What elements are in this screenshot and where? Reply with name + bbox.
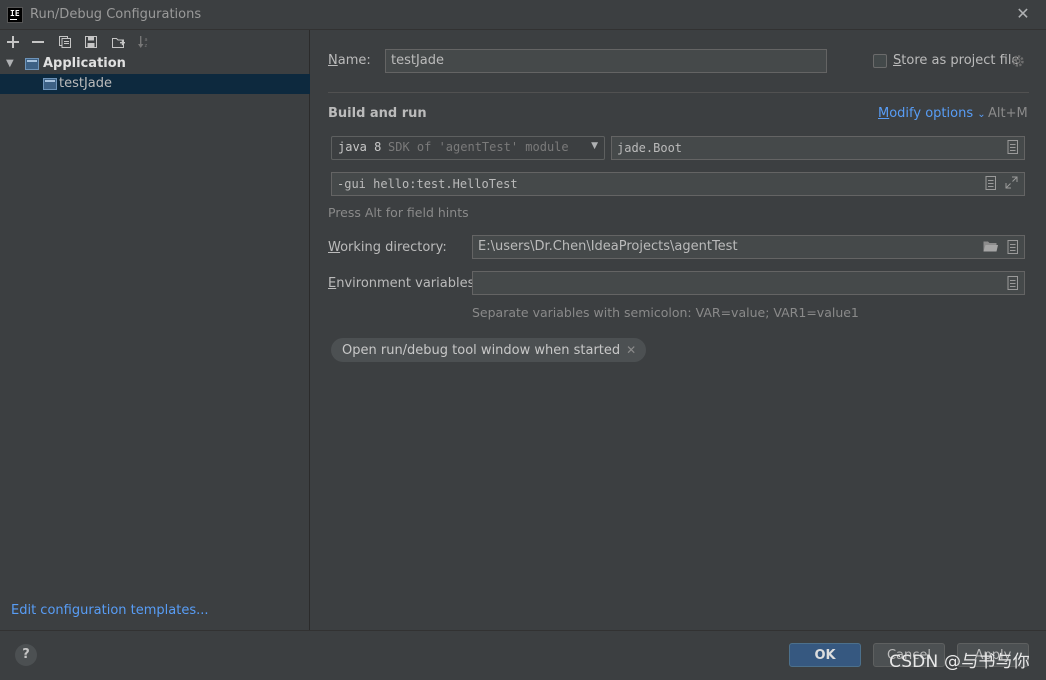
browse-class-icon[interactable] <box>1007 140 1021 154</box>
edit-environment-icon[interactable] <box>1007 276 1021 290</box>
apply-button[interactable]: Apply <box>957 643 1029 667</box>
copy-icon[interactable] <box>56 33 74 51</box>
tree-group-label: Application <box>43 56 126 71</box>
open-tool-window-option-chip[interactable]: Open run/debug tool window when started ✕ <box>331 338 647 362</box>
maximize-icon[interactable] <box>1005 176 1019 190</box>
environment-variables-field[interactable] <box>472 271 1025 295</box>
jre-select[interactable]: java 8 SDK of 'agentTest' module ▼ <box>331 136 605 160</box>
working-directory-field[interactable]: E:\users\Dr.Chen\IdeaProjects\agentTest <box>472 235 1025 259</box>
help-button[interactable]: ? <box>15 644 37 666</box>
tree-toolbar: az <box>0 30 309 54</box>
close-icon[interactable]: ✕ <box>1014 5 1032 23</box>
store-as-project-file-label: Store as project file <box>893 53 1020 68</box>
tree-group-application[interactable]: ▼ Application <box>0 54 310 74</box>
ok-button[interactable]: OK <box>789 643 861 667</box>
dialog-button-bar: ? OK Cancel Apply CSDN @与书与你 <box>0 630 1046 680</box>
environment-variables-label: Environment variables: <box>328 276 479 291</box>
gear-icon[interactable] <box>1011 54 1025 68</box>
environment-variables-hint: Separate variables with semicolon: VAR=v… <box>472 305 859 320</box>
folder-icon[interactable] <box>983 240 998 254</box>
window-title: Run/Debug Configurations <box>30 7 202 22</box>
modify-options-shortcut: Alt+M <box>988 106 1028 121</box>
dropdown-arrow-icon: ▼ <box>591 141 598 151</box>
expand-text-icon[interactable] <box>985 176 999 190</box>
tree-item-testjade[interactable]: testJade <box>0 74 310 94</box>
edit-configuration-templates-link[interactable]: Edit configuration templates... <box>11 603 209 618</box>
configurations-tree-panel: az ▼ Application testJade Edit configura… <box>0 30 310 630</box>
chevron-down-icon[interactable]: ▼ <box>6 54 18 74</box>
cancel-button[interactable]: Cancel <box>873 643 945 667</box>
build-and-run-title: Build and run <box>328 106 427 121</box>
tree-item-label: testJade <box>59 76 113 91</box>
configuration-editor-panel: Name: testJade Store as project file Bui… <box>311 30 1046 630</box>
name-label: Name: <box>328 53 371 68</box>
application-config-icon <box>43 78 57 90</box>
jre-select-value: java 8 <box>338 140 382 154</box>
program-arguments-field[interactable]: -gui hello:test.HelloTest <box>331 172 1025 196</box>
chevron-down-icon: ⌄ <box>977 109 986 120</box>
store-as-project-file-checkbox[interactable] <box>873 54 887 68</box>
intellij-logo-icon: IE <box>7 7 23 23</box>
remove-icon[interactable] <box>29 33 47 51</box>
field-hints-text: Press Alt for field hints <box>328 205 469 220</box>
sort-icon[interactable]: az <box>135 33 153 51</box>
remove-option-icon[interactable]: ✕ <box>626 343 636 357</box>
add-icon[interactable] <box>4 33 22 51</box>
insert-macros-icon[interactable] <box>1007 240 1021 254</box>
svg-text:z: z <box>145 43 148 48</box>
jre-select-desc: SDK of 'agentTest' module <box>388 140 569 154</box>
chip-label: Open run/debug tool window when started <box>342 343 621 358</box>
name-field[interactable]: testJade <box>385 49 827 73</box>
application-config-icon <box>25 58 39 70</box>
main-class-field[interactable]: jade.Boot <box>611 136 1025 160</box>
title-bar: IE Run/Debug Configurations ✕ <box>0 0 1046 30</box>
section-separator <box>328 92 1029 93</box>
modify-options-link[interactable]: Modify options ⌄ <box>878 106 986 121</box>
save-icon[interactable] <box>82 33 100 51</box>
new-folder-icon[interactable] <box>109 33 127 51</box>
working-directory-label: Working directory: <box>328 240 447 255</box>
